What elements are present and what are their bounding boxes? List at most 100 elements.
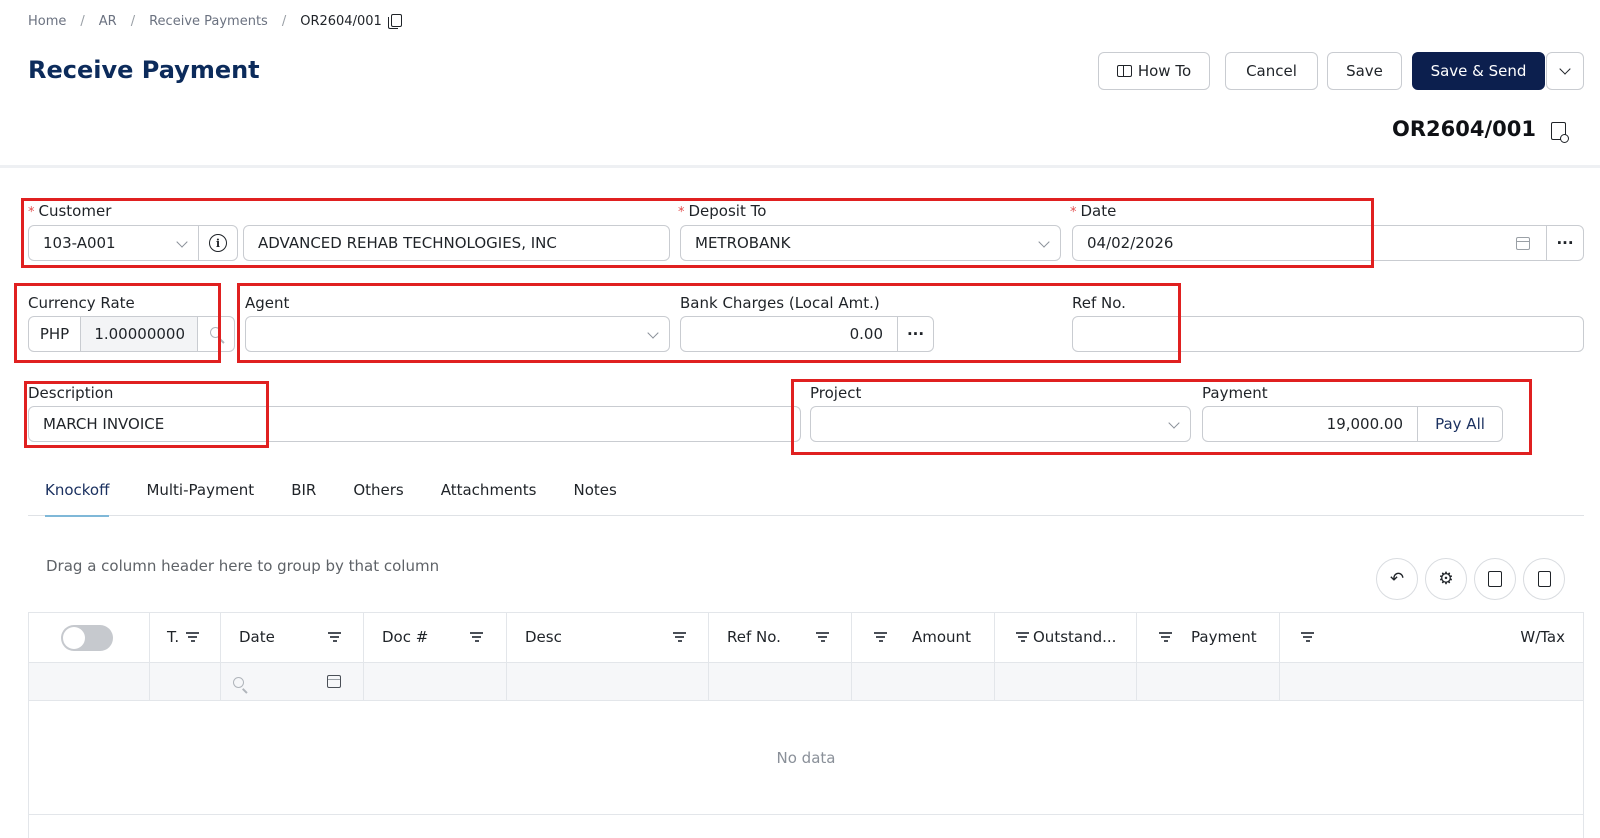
date-value: 04/02/2026 bbox=[1087, 234, 1174, 252]
payment-amount-field[interactable]: 19,000.00 bbox=[1202, 406, 1418, 442]
more-save-options-button[interactable] bbox=[1546, 52, 1584, 90]
cancel-button[interactable]: Cancel bbox=[1225, 52, 1318, 90]
required-marker: * bbox=[28, 205, 35, 220]
bank-charges-more-button[interactable]: ··· bbox=[897, 316, 934, 352]
page-title: Receive Payment bbox=[28, 56, 260, 84]
column-header-outstanding[interactable]: Outstand... bbox=[1033, 628, 1116, 646]
column-divider bbox=[708, 613, 709, 701]
payment-amount-value: 19,000.00 bbox=[1326, 415, 1403, 433]
bank-charges-label: Bank Charges (Local Amt.) bbox=[680, 294, 880, 312]
calendar-icon[interactable] bbox=[1516, 237, 1530, 250]
currency-rate-search-button[interactable] bbox=[197, 316, 235, 352]
required-marker: * bbox=[678, 205, 685, 220]
tab-notes[interactable]: Notes bbox=[573, 478, 616, 515]
date-field[interactable]: 04/02/2026 bbox=[1072, 225, 1547, 261]
tab-bir[interactable]: BIR bbox=[291, 478, 316, 515]
column-divider bbox=[149, 613, 150, 701]
grid-bottom-border bbox=[28, 814, 1584, 815]
grid-filter-row bbox=[29, 663, 1583, 701]
agent-label: Agent bbox=[245, 294, 290, 312]
column-header-wtax[interactable]: W/Tax bbox=[1520, 628, 1565, 646]
breadcrumb-separator: / bbox=[80, 13, 85, 29]
date-filter-calendar-icon[interactable] bbox=[327, 675, 341, 688]
chevron-down-icon bbox=[1559, 63, 1571, 75]
deposit-to-select[interactable]: METROBANK bbox=[680, 225, 1061, 261]
how-to-label: How To bbox=[1137, 62, 1192, 80]
customer-code-select[interactable]: 103-A001 bbox=[28, 225, 199, 261]
date-label: * Date bbox=[1070, 202, 1117, 220]
copy-icon[interactable] bbox=[387, 13, 402, 29]
project-label: Project bbox=[810, 384, 862, 402]
document-search-icon[interactable] bbox=[1551, 122, 1569, 143]
customer-name-field[interactable]: ADVANCED REHAB TECHNOLOGIES, INC bbox=[243, 225, 670, 261]
column-header-payment[interactable]: Payment bbox=[1191, 628, 1257, 646]
save-button[interactable]: Save bbox=[1327, 52, 1402, 90]
breadcrumb-current: OR2604/001 bbox=[300, 13, 382, 29]
gear-icon: ⚙ bbox=[1438, 569, 1454, 589]
breadcrumb-home[interactable]: Home bbox=[28, 14, 66, 29]
column-header-type[interactable]: T. bbox=[167, 628, 179, 646]
deposit-to-label: * Deposit To bbox=[678, 202, 767, 220]
column-divider bbox=[506, 613, 507, 701]
column-chooser-icon bbox=[1488, 571, 1502, 587]
column-header-date[interactable]: Date bbox=[239, 628, 275, 646]
column-divider bbox=[220, 613, 221, 701]
chevron-down-icon bbox=[176, 236, 188, 248]
undo-button[interactable]: ↶ bbox=[1376, 558, 1418, 600]
column-divider bbox=[1279, 613, 1280, 701]
save-and-send-button[interactable]: Save & Send bbox=[1412, 52, 1545, 90]
customer-info-button[interactable]: i bbox=[198, 225, 238, 261]
description-label: Description bbox=[28, 384, 114, 402]
filter-icon[interactable] bbox=[816, 632, 829, 642]
tab-others[interactable]: Others bbox=[353, 478, 403, 515]
project-select[interactable] bbox=[810, 406, 1191, 442]
document-number: OR2604/001 bbox=[1392, 117, 1536, 141]
header-divider bbox=[0, 165, 1600, 168]
column-header-doc[interactable]: Doc # bbox=[382, 628, 428, 646]
column-divider bbox=[363, 613, 364, 701]
grid-settings-button[interactable]: ⚙ bbox=[1425, 558, 1467, 600]
currency-rate-field[interactable]: 1.00000000 bbox=[80, 316, 198, 352]
filter-icon[interactable] bbox=[874, 632, 887, 642]
description-field[interactable]: MARCH INVOICE bbox=[28, 406, 801, 442]
ref-no-label: Ref No. bbox=[1072, 294, 1126, 312]
filter-icon[interactable] bbox=[1016, 632, 1029, 642]
select-all-toggle[interactable] bbox=[61, 625, 113, 651]
filter-icon[interactable] bbox=[186, 632, 199, 642]
tab-multi-payment[interactable]: Multi-Payment bbox=[146, 478, 254, 515]
filter-icon[interactable] bbox=[1159, 632, 1172, 642]
undo-icon: ↶ bbox=[1389, 569, 1405, 589]
column-header-ref-no[interactable]: Ref No. bbox=[727, 628, 781, 646]
breadcrumb-separator: / bbox=[130, 13, 136, 29]
ref-no-field[interactable] bbox=[1072, 316, 1584, 352]
column-header-amount[interactable]: Amount bbox=[912, 628, 971, 646]
breadcrumb: Home / AR / Receive Payments / OR2604/00… bbox=[28, 12, 402, 30]
chevron-down-icon bbox=[647, 327, 659, 339]
export-button[interactable] bbox=[1523, 558, 1565, 600]
date-more-button[interactable]: ··· bbox=[1546, 225, 1584, 261]
date-filter-search-icon[interactable] bbox=[233, 677, 244, 688]
required-marker: * bbox=[1070, 205, 1077, 220]
bank-charges-field[interactable]: 0.00 bbox=[680, 316, 898, 352]
how-to-button[interactable]: How To bbox=[1098, 52, 1210, 90]
breadcrumb-receive-payments[interactable]: Receive Payments bbox=[149, 14, 268, 29]
tab-attachments[interactable]: Attachments bbox=[441, 478, 537, 515]
pay-all-button[interactable]: Pay All bbox=[1417, 406, 1503, 442]
customer-name-value: ADVANCED REHAB TECHNOLOGIES, INC bbox=[258, 234, 557, 252]
filter-icon[interactable] bbox=[470, 632, 483, 642]
filter-icon[interactable] bbox=[328, 632, 341, 642]
column-header-desc[interactable]: Desc bbox=[525, 628, 562, 646]
filter-icon[interactable] bbox=[1301, 632, 1314, 642]
breadcrumb-ar[interactable]: AR bbox=[99, 14, 117, 29]
description-value: MARCH INVOICE bbox=[43, 415, 165, 433]
chevron-down-icon bbox=[1038, 236, 1050, 248]
currency-code-field[interactable]: PHP bbox=[28, 316, 81, 352]
chevron-down-icon bbox=[1168, 417, 1180, 429]
breadcrumb-separator: / bbox=[281, 13, 287, 29]
tab-knockoff[interactable]: Knockoff bbox=[45, 478, 110, 517]
group-by-hint: Drag a column header here to group by th… bbox=[46, 557, 440, 575]
filter-icon[interactable] bbox=[673, 632, 686, 642]
agent-select[interactable] bbox=[245, 316, 670, 352]
column-chooser-button[interactable] bbox=[1474, 558, 1516, 600]
search-icon bbox=[210, 327, 221, 338]
